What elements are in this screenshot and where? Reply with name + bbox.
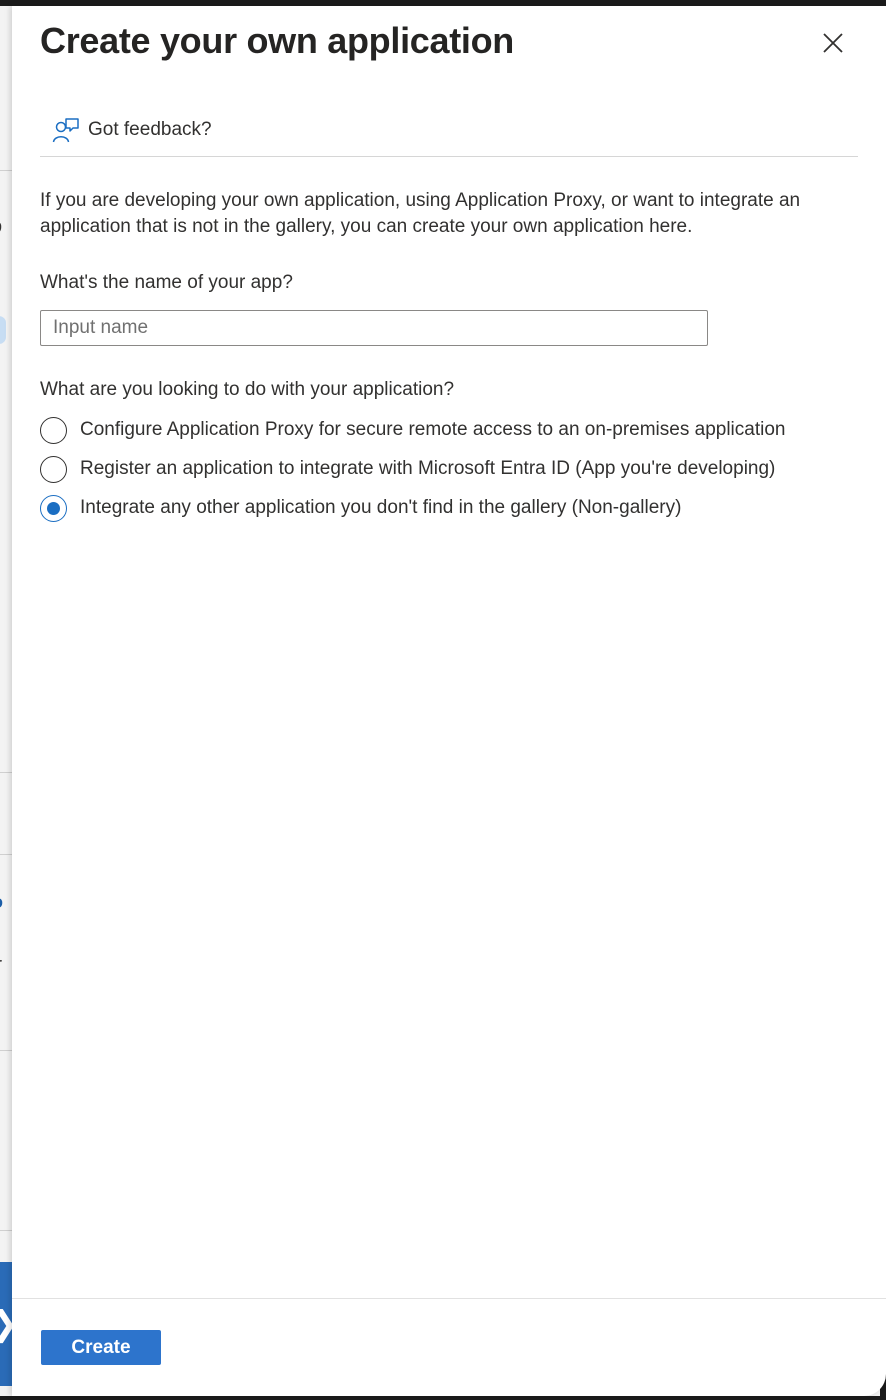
background-badge	[0, 316, 6, 344]
create-button[interactable]: Create	[41, 1330, 161, 1365]
feedback-button[interactable]: Got feedback?	[40, 110, 212, 150]
background-link-fragment[interactable]: o	[0, 892, 3, 913]
footer-divider	[12, 1298, 886, 1299]
feedback-label: Got feedback?	[88, 119, 212, 140]
radio-option-non-gallery[interactable]: Integrate any other application you don'…	[40, 491, 681, 525]
app-name-input[interactable]	[40, 310, 708, 346]
background-divider	[0, 170, 12, 171]
radio-option-label: Integrate any other application you don'…	[80, 497, 682, 518]
background-divider	[0, 772, 12, 773]
screen: p ti o l, ir ❯ Create your own applicati…	[0, 0, 886, 1400]
radio-option-register-app[interactable]: Register an application to integrate wit…	[40, 452, 775, 486]
close-button[interactable]	[818, 28, 848, 58]
feedback-person-icon	[52, 118, 79, 143]
radio-button[interactable]	[40, 416, 67, 444]
radio-option-app-proxy[interactable]: Configure Application Proxy for secure r…	[40, 413, 785, 447]
create-app-panel: Create your own application Got feedback…	[12, 6, 886, 1396]
radio-option-label: Configure Application Proxy for secure r…	[80, 419, 786, 440]
radio-button[interactable]	[40, 494, 67, 522]
background-text-fragment: ir	[0, 954, 2, 975]
close-icon	[823, 33, 843, 53]
background-arrow-tile[interactable]: ❯	[0, 1262, 12, 1386]
background-text-fragment: ti	[0, 242, 1, 263]
app-name-label: What's the name of your app?	[40, 272, 293, 293]
background-text-fragment: p	[0, 216, 2, 237]
background-divider	[0, 854, 12, 855]
radio-button[interactable]	[40, 455, 67, 483]
header-divider	[40, 156, 858, 157]
chevron-right-icon: ❯	[0, 1305, 12, 1343]
panel-title: Create your own application	[40, 20, 514, 61]
intro-text: If you are developing your own applicati…	[40, 190, 801, 237]
purpose-question: What are you looking to do with your app…	[40, 379, 455, 400]
background-text-fragment: l,	[0, 928, 1, 949]
radio-option-label: Register an application to integrate wit…	[80, 458, 776, 479]
background-divider	[0, 1050, 12, 1051]
background-divider	[0, 1230, 12, 1231]
